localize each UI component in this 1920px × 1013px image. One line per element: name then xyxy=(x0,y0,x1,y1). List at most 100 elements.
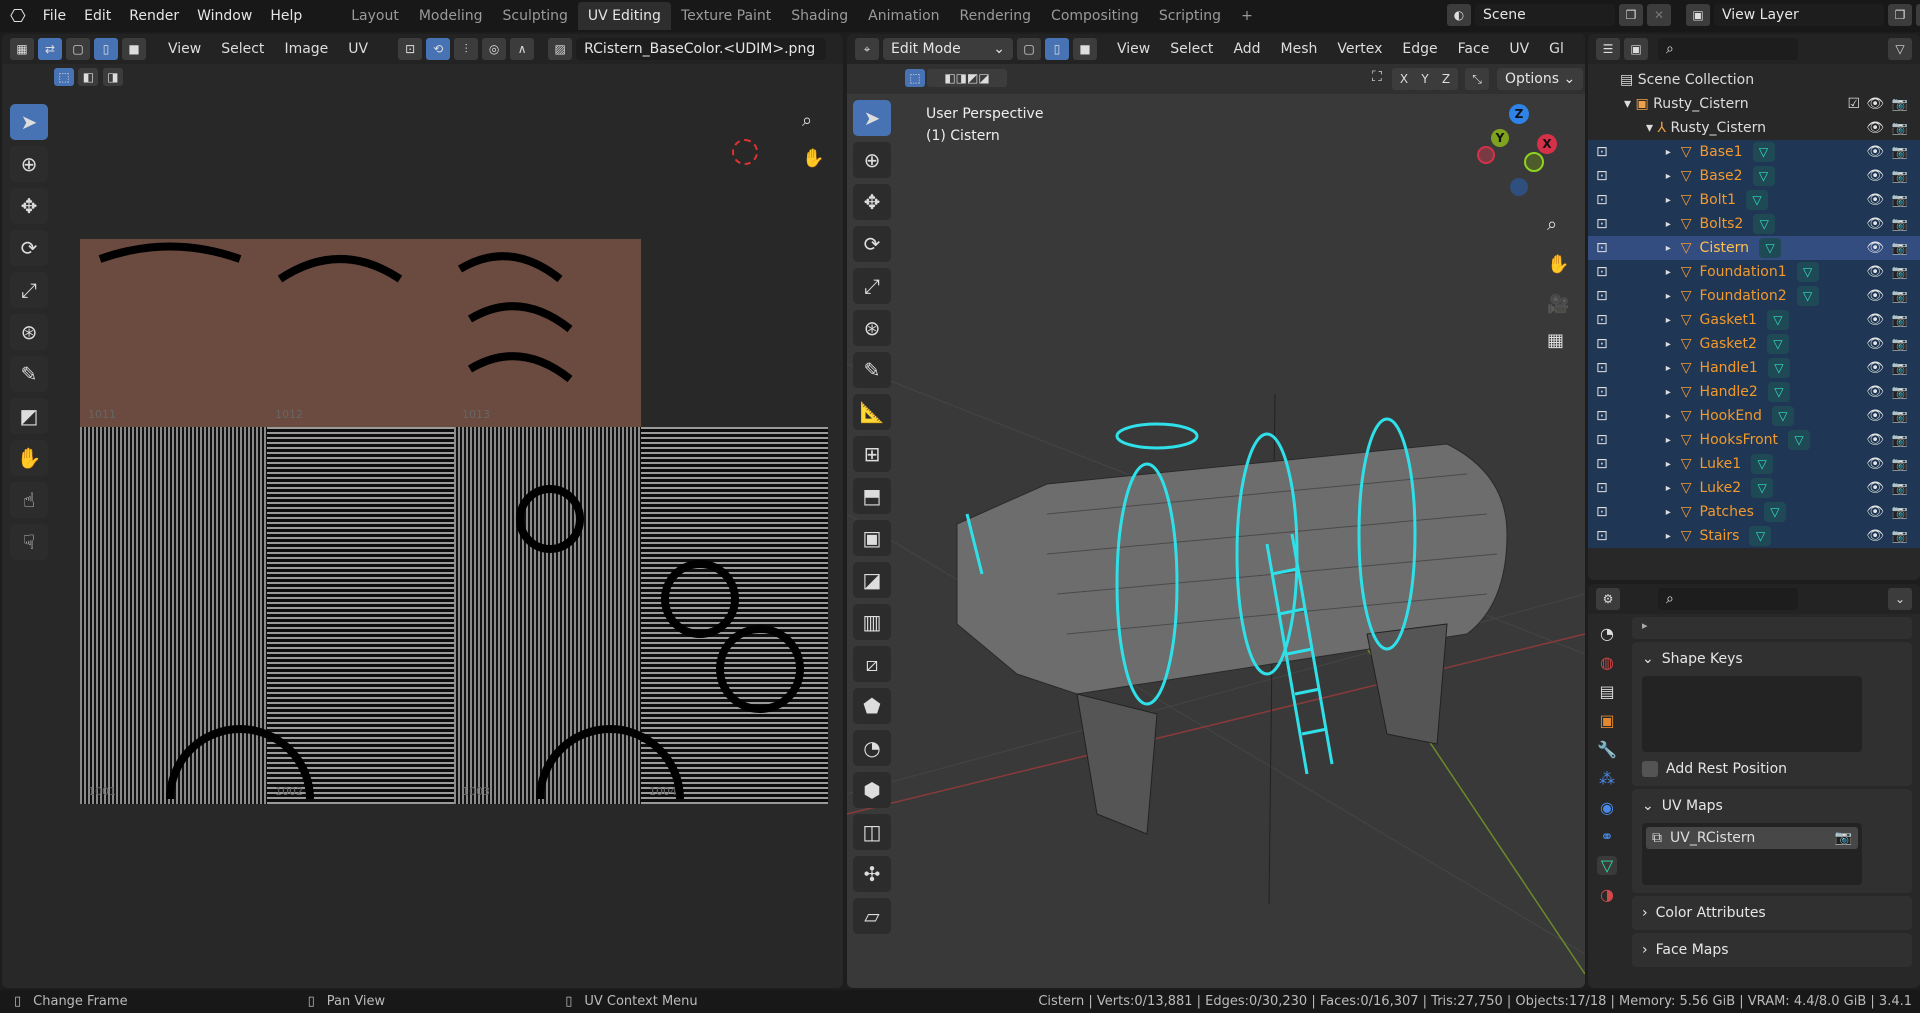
outliner-object-row[interactable]: ⊡ ▸ ▽ HookEnd ▽ 👁 📷 xyxy=(1588,404,1920,428)
eye-icon[interactable]: 👁 xyxy=(1866,408,1884,424)
relax-tool-icon[interactable]: ☝ xyxy=(10,482,48,518)
editor-type-icon[interactable]: ▦ xyxy=(10,38,34,60)
mesh-data-icon[interactable]: ▽ xyxy=(1752,142,1775,162)
scene-field[interactable]: Scene xyxy=(1475,4,1615,26)
vp-menu-vertex[interactable]: Vertex xyxy=(1329,38,1390,60)
scale-tool-icon[interactable]: ⤢ xyxy=(10,272,48,308)
scene-tab-icon[interactable]: ◔ xyxy=(1600,624,1614,643)
knife-tool-icon[interactable]: ⧄ xyxy=(853,646,891,682)
object-name[interactable]: Gasket1 xyxy=(1700,312,1757,328)
eye-icon[interactable]: 👁 xyxy=(1866,216,1884,232)
uv-menu-view[interactable]: View xyxy=(160,38,209,60)
delete-scene-button[interactable]: ✕ xyxy=(1647,4,1671,26)
bevel-tool-icon[interactable]: ◪ xyxy=(853,562,891,598)
outliner-object-row[interactable]: ⊡ ▸ ▽ Cistern ▽ 👁 📷 xyxy=(1588,236,1920,260)
eye-icon[interactable]: 👁 xyxy=(1866,456,1884,472)
expand-icon[interactable]: ▸ xyxy=(1666,195,1671,206)
uv-image-canvas[interactable]: 1011 1012 1013 1001 1002 1003 1004 xyxy=(80,239,830,804)
expand-icon[interactable]: ▸ xyxy=(1666,171,1671,182)
camera-icon[interactable]: 📷 xyxy=(1892,457,1908,472)
object-name[interactable]: Handle2 xyxy=(1700,384,1758,400)
expand-icon[interactable]: ▸ xyxy=(1666,411,1671,422)
edge-mode-icon[interactable]: ▯ xyxy=(1045,38,1069,60)
eye-icon[interactable]: 👁 xyxy=(1866,96,1884,112)
edge-select-icon[interactable]: ▯ xyxy=(94,38,118,60)
image-name-field[interactable]: RCistern_BaseColor.<UDIM>.png xyxy=(576,38,827,60)
menu-render[interactable]: Render xyxy=(120,8,188,24)
outliner-object-row[interactable]: ⊡ ▸ ▽ Foundation2 ▽ 👁 📷 xyxy=(1588,284,1920,308)
expand-icon[interactable]: ▸ xyxy=(1666,291,1671,302)
object-name[interactable]: Stairs xyxy=(1700,528,1740,544)
tab-animation[interactable]: Animation xyxy=(858,2,949,30)
sync-selection-icon[interactable]: ⇄ xyxy=(38,38,62,60)
tab-scripting[interactable]: Scripting xyxy=(1149,2,1231,30)
camera-icon[interactable]: 📷 xyxy=(1892,409,1908,424)
falloff-icon[interactable]: ∧ xyxy=(510,38,535,60)
inset-tool-icon[interactable]: ▣ xyxy=(853,520,891,556)
mesh-data-icon[interactable]: ▽ xyxy=(1766,310,1789,330)
camera-icon[interactable]: 📷 xyxy=(1892,361,1908,376)
camera-icon[interactable]: 📷 xyxy=(1892,481,1908,496)
image-browse-icon[interactable]: ▨ xyxy=(548,38,573,60)
edit-mode-toggle-icon[interactable]: ⊡ xyxy=(1596,408,1608,424)
edit-mode-toggle-icon[interactable]: ⊡ xyxy=(1596,360,1608,376)
tab-modeling[interactable]: Modeling xyxy=(409,2,493,30)
shape-keys-list[interactable] xyxy=(1642,676,1862,752)
expand-icon[interactable]: ▸ xyxy=(1666,459,1671,470)
extrude-tool-icon[interactable]: ⬒ xyxy=(853,478,891,514)
new-view-layer-button[interactable]: ❐ xyxy=(1888,4,1912,26)
uv-menu-image[interactable]: Image xyxy=(276,38,336,60)
vertex-mode-icon[interactable]: ▢ xyxy=(1017,38,1041,60)
collection-tab-icon[interactable]: ▤ xyxy=(1599,682,1614,701)
editor-type-props-icon[interactable]: ⚙ xyxy=(1596,588,1620,610)
outliner-search-input[interactable]: ⌕ xyxy=(1658,38,1798,60)
eye-icon[interactable]: 👁 xyxy=(1866,288,1884,304)
modifier-tab-icon[interactable]: 🔧 xyxy=(1597,740,1617,759)
eye-icon[interactable]: 👁 xyxy=(1866,336,1884,352)
annotate-tool-icon[interactable]: ✎ xyxy=(10,356,48,392)
camera-icon[interactable]: 📷 xyxy=(1892,193,1908,208)
mesh-data-icon[interactable]: ▽ xyxy=(1766,334,1789,354)
spin-tool-icon[interactable]: ◔ xyxy=(853,730,891,766)
options-dropdown[interactable]: Options ⌄ xyxy=(1497,68,1584,90)
mesh-data-icon[interactable]: ▽ xyxy=(1746,190,1769,210)
gizmo-neg-x[interactable] xyxy=(1477,146,1495,164)
display-mode-icon[interactable]: ☰ xyxy=(1596,38,1620,60)
tab-uv-editing[interactable]: UV Editing xyxy=(577,2,671,30)
view-layer-field[interactable]: View Layer xyxy=(1714,4,1884,26)
outliner-object-row[interactable]: ⊡ ▸ ▽ Patches ▽ 👁 📷 xyxy=(1588,500,1920,524)
grab-tool-icon[interactable]: ✋ xyxy=(10,440,48,476)
camera-icon[interactable]: 📷 xyxy=(1892,121,1908,136)
edit-mode-toggle-icon[interactable]: ⊡ xyxy=(1596,312,1608,328)
outliner-object-row[interactable]: ⊡ ▸ ▽ Handle1 ▽ 👁 📷 xyxy=(1588,356,1920,380)
gizmo-neg-z[interactable] xyxy=(1510,178,1528,196)
vp-menu-add[interactable]: Add xyxy=(1225,38,1268,60)
eye-icon[interactable]: 👁 xyxy=(1866,528,1884,544)
shape-keys-header[interactable]: ⌄ Shape Keys xyxy=(1642,646,1902,672)
mesh-data-icon[interactable]: ▽ xyxy=(1751,478,1774,498)
object-name[interactable]: Base1 xyxy=(1700,144,1743,160)
vp-menu-uv[interactable]: UV xyxy=(1501,38,1537,60)
menu-window[interactable]: Window xyxy=(188,8,261,24)
expand-icon[interactable]: ▾ xyxy=(1624,96,1631,112)
loop-cut-tool-icon[interactable]: ▥ xyxy=(853,604,891,640)
mesh-data-icon[interactable]: ▽ xyxy=(1753,214,1776,234)
eye-icon[interactable]: 👁 xyxy=(1866,312,1884,328)
rotate-tool-icon[interactable]: ⟳ xyxy=(10,230,48,266)
shear-tool-icon[interactable]: ▱ xyxy=(853,898,891,934)
rip-tool-icon[interactable]: ◩ xyxy=(10,398,48,434)
select-box-tool-icon[interactable]: ➤ xyxy=(853,100,891,136)
mesh-data-icon[interactable]: ▽ xyxy=(1796,262,1819,282)
pinch-tool-icon[interactable]: ☟ xyxy=(10,524,48,560)
smooth-tool-icon[interactable]: ⬢ xyxy=(853,772,891,808)
object-name[interactable]: Cistern xyxy=(1700,240,1749,256)
perspective-toggle-icon[interactable]: ▦ xyxy=(1547,330,1564,351)
collection-row[interactable]: ▾ ▣ Rusty_Cistern ☑ 👁 📷 xyxy=(1588,92,1920,116)
gizmo-neg-y[interactable] xyxy=(1524,152,1544,172)
eye-icon[interactable]: 👁 xyxy=(1866,360,1884,376)
edit-mode-toggle-icon[interactable]: ⊡ xyxy=(1596,264,1608,280)
tab-shading[interactable]: Shading xyxy=(781,2,858,30)
gizmo-x-axis[interactable]: X xyxy=(1537,134,1557,154)
physics-tab-icon[interactable]: ◉ xyxy=(1600,798,1614,817)
outliner-object-row[interactable]: ⊡ ▸ ▽ Bolt1 ▽ 👁 📷 xyxy=(1588,188,1920,212)
